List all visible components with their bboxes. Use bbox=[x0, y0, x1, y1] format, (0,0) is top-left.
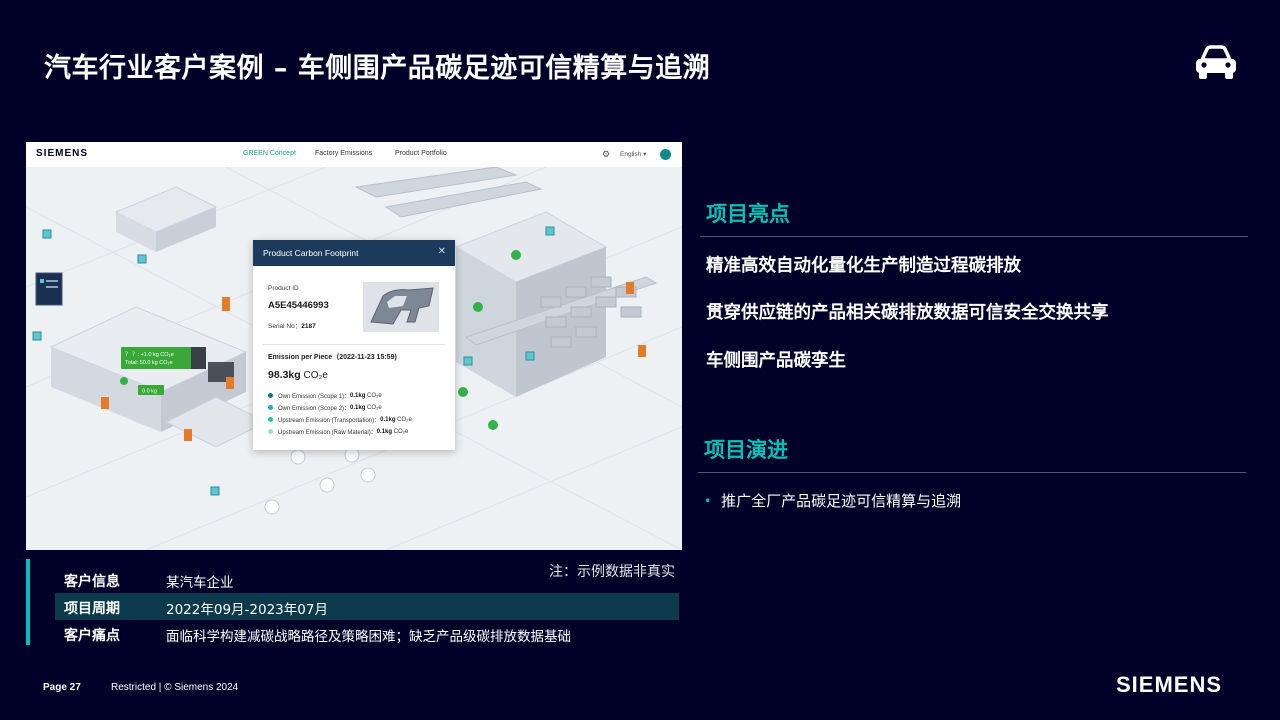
nav-product-portfolio[interactable]: Product Portfolio bbox=[395, 150, 447, 157]
close-icon[interactable]: ✕ bbox=[438, 246, 446, 257]
emission-row-label: Upstream Emission (Raw Material)： bbox=[278, 430, 377, 436]
progress-item-text: 推广全厂产品碳足迹可信精算与追溯 bbox=[721, 492, 962, 510]
bullet-icon: • bbox=[704, 493, 712, 508]
serial-number: Serial No：2187 bbox=[268, 320, 316, 330]
highlights-title: 项目亮点 bbox=[706, 202, 790, 226]
gear-icon[interactable]: ⚙ bbox=[602, 149, 610, 160]
card-header: Product Carbon Footprint ✕ bbox=[253, 240, 455, 266]
scene-tag-small: 0.0 kg bbox=[142, 389, 157, 395]
product-id-value: A5E45446993 bbox=[268, 300, 329, 311]
emission-row-transport: Upstream Emission (Transportation)： 0.1kg… bbox=[268, 415, 412, 424]
card-divider bbox=[263, 344, 445, 345]
emission-per-piece-label: Emission per Piece（2022-11-23 15:59) bbox=[268, 354, 397, 361]
info-value: 某汽车企业 bbox=[166, 575, 234, 591]
legend-dot bbox=[268, 405, 273, 410]
card-title: Product Carbon Footprint bbox=[263, 248, 359, 258]
highlight-item: 贯穿供应链的产品相关碳排放数据可信安全交换共享 bbox=[706, 303, 1109, 323]
nav-green-concept[interactable]: GREEN Concept bbox=[243, 150, 296, 157]
info-value: 2022年09月-2023年07月 bbox=[166, 602, 328, 618]
progress-divider bbox=[698, 472, 1246, 473]
total-emission-unit: CO₂e bbox=[303, 370, 328, 381]
scene-tag-delta: ？ ？: +1.0 kg CO₂e bbox=[125, 351, 174, 358]
emission-row-value: 0.1kg bbox=[380, 416, 396, 423]
carbon-footprint-card: Product Carbon Footprint ✕ Product ID A5… bbox=[253, 240, 455, 450]
nav-factory-emissions[interactable]: Factory Emissions bbox=[315, 150, 372, 157]
highlights-divider bbox=[700, 236, 1248, 237]
total-emission-value: 98.3kg bbox=[268, 369, 301, 381]
info-key: 项目周期 bbox=[64, 601, 120, 617]
total-emission: 98.3kg CO₂e bbox=[268, 369, 328, 381]
car-icon bbox=[1196, 45, 1236, 79]
highlight-item: 车侧围产品碳孪生 bbox=[706, 351, 846, 371]
emission-row-label: Upstream Emission (Transportation)： bbox=[278, 418, 381, 424]
progress-item: • 推广全厂产品碳足迹可信精算与追溯 bbox=[704, 490, 961, 511]
info-key: 客户信息 bbox=[64, 574, 120, 590]
app-navbar: SIEMENS GREEN Concept Factory Emissions … bbox=[26, 142, 682, 167]
car-side-panel-image bbox=[363, 282, 439, 332]
scene-tag-total: Total: 50.0 kg CO₂e bbox=[125, 360, 173, 366]
info-accent-bar bbox=[26, 559, 30, 645]
emission-row-label: Own Emission (Scope 1)： bbox=[278, 394, 351, 400]
legend-dot bbox=[268, 393, 273, 398]
app-brand: SIEMENS bbox=[36, 148, 89, 159]
language-select[interactable]: English ▾ bbox=[620, 150, 646, 158]
customer-info-row: 项目周期 2022年09月-2023年07月 bbox=[55, 593, 679, 620]
slide-title: 汽车行业客户案例 – 车侧围产品碳足迹可信精算与追溯 bbox=[44, 53, 711, 84]
legend-dot bbox=[268, 417, 273, 422]
emission-row-label: Own Emission (Scope 2)： bbox=[278, 406, 351, 412]
progress-title: 项目演进 bbox=[704, 438, 788, 462]
emission-row-scope1: Own Emission (Scope 1)： 0.1kg CO₂e bbox=[268, 391, 382, 400]
info-key: 客户痛点 bbox=[64, 628, 120, 644]
customer-info-row: 客户信息 某汽车企业 bbox=[55, 566, 679, 593]
product-id-label: Product ID bbox=[268, 285, 299, 292]
customer-info-row: 客户痛点 面临科学构建减碳战略路径及策略困难；缺乏产品级碳排放数据基础 bbox=[55, 620, 679, 647]
emission-row-raw-material: Upstream Emission (Raw Material)： 0.1kg C… bbox=[268, 427, 408, 436]
emission-row-unit: CO₂e bbox=[367, 404, 382, 411]
restricted-notice: Restricted | © Siemens 2024 bbox=[111, 682, 239, 693]
emission-row-value: 0.1kg bbox=[376, 428, 393, 435]
highlight-item: 精准高效自动化量化生产制造过程碳排放 bbox=[706, 256, 1021, 276]
serial-label: Serial No： bbox=[268, 323, 302, 330]
emission-row-value: 0.1kg bbox=[350, 392, 366, 399]
emission-row-value: 0.1kg bbox=[350, 404, 366, 411]
emission-row-unit: CO₂e bbox=[367, 392, 382, 399]
emission-row-unit: CO₂e bbox=[393, 428, 409, 435]
serial-value: 2187 bbox=[301, 323, 316, 330]
product-screenshot: SIEMENS GREEN Concept Factory Emissions … bbox=[26, 142, 682, 550]
page-number: Page 27 bbox=[43, 682, 81, 693]
avatar[interactable] bbox=[660, 149, 671, 160]
info-value: 面临科学构建减碳战略路径及策略困难；缺乏产品级碳排放数据基础 bbox=[166, 629, 571, 645]
emission-row-unit: CO₂e bbox=[397, 416, 412, 423]
legend-dot bbox=[268, 429, 273, 434]
siemens-logo: SIEMENS bbox=[1116, 672, 1223, 697]
emission-row-scope2: Own Emission (Scope 2)： 0.1kg CO₂e bbox=[268, 403, 382, 412]
